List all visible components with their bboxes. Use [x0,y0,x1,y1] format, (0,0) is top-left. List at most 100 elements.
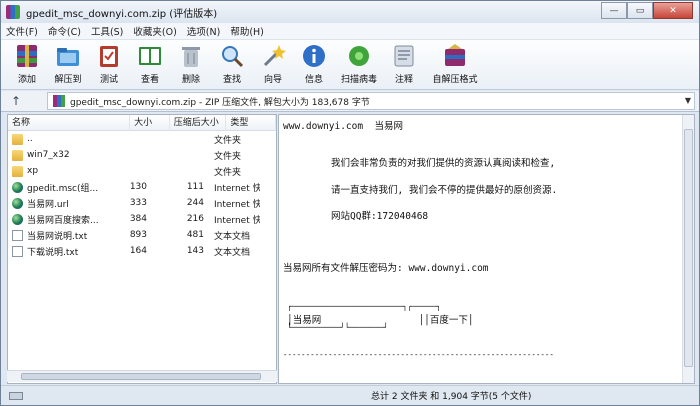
archive-icon [53,95,65,107]
status-bar: 总计 2 文件夹 和 1,904 字节(5 个文件) [1,385,699,405]
menu-commands[interactable]: 命令(C) [43,24,86,38]
folder-icon [12,133,23,145]
column-type[interactable]: 类型 [226,114,276,131]
close-button[interactable]: ✕ [653,2,693,19]
add-button[interactable]: 添加 [7,40,47,88]
table-row[interactable]: gpedit.msc(组... 130 111 Internet 快 [8,179,276,195]
folder-icon [12,165,23,177]
scan-virus-label: 扫描病毒 [340,75,377,85]
path-dropdown-button[interactable]: ▼ [685,96,691,105]
file-type: Internet 快 [214,183,260,194]
test-clipboard-icon [96,43,122,69]
table-row[interactable]: xp 文件夹 [8,163,276,179]
path-text: gpedit_msc_downyi.com.zip - ZIP 压缩文件, 解包… [70,97,370,108]
file-list: 名称 大小 压缩后大小 类型 .. 文件夹 win7_x32 文件夹 xp 文件… [7,114,277,384]
menu-options[interactable]: 选项(N) [182,24,226,38]
add-label: 添加 [17,75,36,85]
delete-button[interactable]: 删除 [171,40,211,88]
test-button[interactable]: 测试 [89,40,129,88]
find-button[interactable]: 查找 [212,40,252,88]
file-name: win7_x32 [27,150,70,160]
column-size[interactable]: 大小 [130,114,170,131]
window-title: gpedit_msc_downyi.com.zip (评估版本) [26,8,218,20]
file-size: 130 [129,182,147,192]
comment-line: www.downyi.com 当易网 [283,121,404,132]
comment-line: 我们会非常负责的对我们提供的资源认真阅读和检查, [331,158,556,169]
comment-button[interactable]: 注释 [384,40,424,88]
table-row[interactable]: 下载说明.txt 164 143 文本文档 [8,243,276,259]
magnifier-icon [219,43,245,69]
table-row[interactable]: 当易网.url 333 244 Internet 快 [8,195,276,211]
file-type: 文件夹 [214,167,242,178]
column-name[interactable]: 名称 [8,114,131,131]
winrar-logo-icon [6,5,20,19]
info-icon [301,43,327,69]
title-bar: gpedit_msc_downyi.com.zip (评估版本) — ▭ ✕ [1,1,699,23]
file-packed: 143 [186,246,204,256]
file-packed: 481 [186,230,204,240]
table-row[interactable]: win7_x32 文件夹 [8,147,276,163]
horizontal-scrollbar[interactable] [7,370,277,382]
comment-label: 注释 [394,75,413,85]
delete-label: 删除 [181,75,200,85]
file-type: 文本文档 [214,231,251,242]
wizard-button[interactable]: 向导 [253,40,293,88]
comment-divider: ----------------------------------------… [283,350,554,359]
file-name: xp [27,166,39,176]
vertical-scrollbar[interactable] [682,115,694,383]
file-type: 文本文档 [214,247,251,258]
menu-help[interactable]: 帮助(H) [225,24,269,38]
view-button[interactable]: 查看 [130,40,170,88]
file-packed: 111 [186,182,204,192]
text-file-icon [12,229,23,241]
info-button[interactable]: 信息 [294,40,334,88]
extract-folder-icon [55,43,81,69]
comment-line: 请一直支持我们, 我们会不停的提供最好的原创资源. [331,185,558,196]
file-name: .. [27,134,33,144]
path-field[interactable]: gpedit_msc_downyi.com.zip - ZIP 压缩文件, 解包… [47,92,695,110]
file-name: 下载说明.txt [27,247,79,258]
file-packed: 216 [186,214,204,224]
virus-scan-icon [346,43,372,69]
internet-shortcut-icon [12,181,23,193]
scrollbar-thumb[interactable] [21,373,261,380]
file-size: 164 [129,246,147,256]
file-name: gpedit.msc(组... [27,183,99,194]
internet-shortcut-icon [12,213,23,225]
column-packed[interactable]: 压缩后大小 [170,114,227,131]
file-size: 893 [129,230,147,240]
file-list-header: 名称 大小 压缩后大小 类型 [8,114,276,131]
view-book-icon [137,43,163,69]
drive-icon [9,391,23,400]
app-window: gpedit_msc_downyi.com.zip (评估版本) — ▭ ✕ 文… [0,0,700,406]
comment-line: 网站QQ群:172040468 [331,211,429,222]
table-row[interactable]: .. 文件夹 [8,131,276,147]
up-folder-button[interactable]: ↑ [1,94,31,108]
scrollbar-thumb[interactable] [684,129,693,367]
menu-favorites[interactable]: 收藏夹(O) [128,24,181,38]
folder-icon [12,149,23,161]
status-summary: 总计 2 文件夹 和 1,904 字节(5 个文件) [371,392,532,402]
extract-to-button[interactable]: 解压到 [48,40,88,88]
comment-line: 当易网所有文件解压密码为: www.downyi.com [283,263,489,274]
file-name: 当易网百度搜索... [27,215,99,226]
menu-tools[interactable]: 工具(S) [86,24,128,38]
maximize-button[interactable]: ▭ [627,2,653,19]
file-size: 333 [129,198,147,208]
table-row[interactable]: 当易网说明.txt 893 481 文本文档 [8,227,276,243]
trash-icon [178,43,204,69]
minimize-button[interactable]: — [601,2,627,19]
file-type: Internet 快 [214,215,260,226]
text-file-icon [12,245,23,257]
file-type: 文件夹 [214,151,242,162]
address-bar: ↑ gpedit_msc_downyi.com.zip - ZIP 压缩文件, … [1,91,699,112]
find-label: 查找 [222,75,241,85]
sfx-button[interactable]: 自解压格式 [425,40,485,88]
extract-to-label: 解压到 [54,75,82,85]
table-row[interactable]: 当易网百度搜索... 384 216 Internet 快 [8,211,276,227]
menu-file[interactable]: 文件(F) [1,24,43,38]
scan-virus-button[interactable]: 扫描病毒 [335,40,383,88]
sfx-label: 自解压格式 [432,75,478,85]
menu-bar: 文件(F) 命令(C) 工具(S) 收藏夹(O) 选项(N) 帮助(H) [1,23,699,40]
file-name: 当易网说明.txt [27,231,88,242]
